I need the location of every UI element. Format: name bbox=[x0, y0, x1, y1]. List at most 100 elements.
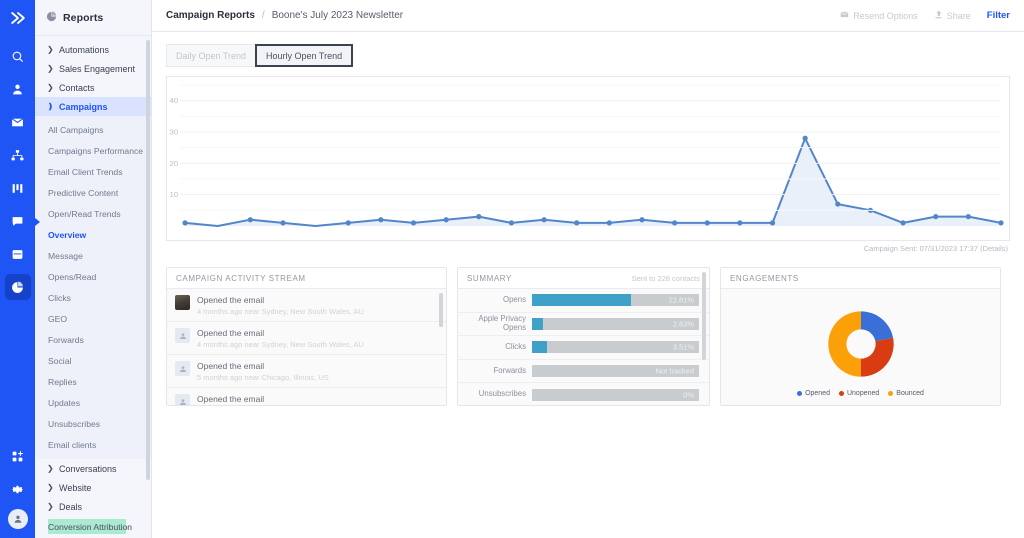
panel-header: ENGAGEMENTS bbox=[721, 268, 1000, 289]
sidebar-scroll: ❯ Automations ❯ Sales Engagement ❯ Conta… bbox=[35, 36, 151, 538]
avatar bbox=[175, 295, 190, 310]
summary-panel: SUMMARY Sent to 228 contacts Opens22.81%… bbox=[457, 267, 710, 406]
summary-scrollbar[interactable] bbox=[702, 272, 706, 360]
sidebar-item-label: Overview bbox=[48, 230, 86, 240]
sitemap-icon[interactable] bbox=[5, 142, 31, 168]
sidebar-item-overview[interactable]: Overview bbox=[35, 224, 151, 245]
sidebar-group-campaigns[interactable]: ❫ Campaigns bbox=[35, 97, 151, 116]
summary-row-bar: 3.51% bbox=[532, 341, 699, 353]
share-label: Share bbox=[947, 11, 971, 21]
gear-icon[interactable] bbox=[5, 476, 31, 502]
active-rail-caret bbox=[35, 218, 40, 226]
sidebar-group-label: Automations bbox=[59, 45, 109, 55]
legend-item-opened[interactable]: Opened bbox=[797, 390, 830, 397]
sidebar-item-message[interactable]: Message bbox=[35, 245, 151, 266]
sidebar-item-email-clients[interactable]: Email clients bbox=[35, 434, 151, 455]
search-icon[interactable] bbox=[5, 43, 31, 69]
sidebar-item-unsubscribes[interactable]: Unsubscribes bbox=[35, 413, 151, 434]
legend-dot bbox=[797, 391, 802, 396]
activity-subtitle: 5 months ago near Chicago, Illinois, US bbox=[197, 373, 329, 382]
avatar-placeholder-icon bbox=[175, 394, 190, 406]
sidebar-group-automations[interactable]: ❯ Automations bbox=[35, 40, 151, 59]
trend-tabs: Daily Open Trend Hourly Open Trend bbox=[166, 44, 1010, 67]
activity-text: Opened the email 4 months ago near Sydne… bbox=[197, 295, 364, 316]
share-button[interactable]: Share bbox=[934, 10, 971, 21]
person-icon[interactable] bbox=[5, 76, 31, 102]
resend-options-label: Resend Options bbox=[853, 11, 918, 21]
sidebar-item-geo[interactable]: GEO bbox=[35, 308, 151, 329]
sidebar-item-social[interactable]: Social bbox=[35, 350, 151, 371]
sidebar-item-label: Email Client Trends bbox=[48, 167, 123, 177]
list-item[interactable]: Opened the email 4 months ago near Sydne… bbox=[167, 289, 446, 322]
activity-stream-body[interactable]: Opened the email 4 months ago near Sydne… bbox=[167, 289, 446, 406]
summary-row-bar: 22.81% bbox=[532, 294, 699, 306]
apps-grid-plus-icon[interactable] bbox=[5, 443, 31, 469]
sidebar-item-conversion-attribution[interactable]: Conversion Attribution Conversion Attrib… bbox=[35, 516, 151, 537]
user-avatar-icon[interactable] bbox=[8, 509, 28, 529]
sidebar-item-campaigns-performance[interactable]: Campaigns Performance bbox=[35, 140, 151, 161]
donut-slice-opened[interactable] bbox=[861, 311, 893, 341]
sidebar-item-updates[interactable]: Updates bbox=[35, 392, 151, 413]
donut-slice-bounced[interactable] bbox=[828, 311, 861, 376]
pie-chart-icon[interactable] bbox=[5, 274, 31, 300]
list-item[interactable]: Opened the email 4 months ago near Sydne… bbox=[167, 322, 446, 355]
list-item[interactable]: Opened the email 5 months ago near Chica… bbox=[167, 355, 446, 388]
campaign-activity-stream-panel: CAMPAIGN ACTIVITY STREAM Opened the emai… bbox=[166, 267, 447, 406]
sidebar-item-label: Forwards bbox=[48, 335, 84, 345]
campaign-sent-label[interactable]: Campaign Sent: 07/31/2023 17:37 (Details… bbox=[166, 244, 1010, 253]
sidebar-item-forwards[interactable]: Forwards bbox=[35, 329, 151, 350]
chat-icon[interactable] bbox=[5, 208, 31, 234]
legend-label: Opened bbox=[805, 390, 830, 397]
donut-slice-unopened[interactable] bbox=[861, 338, 894, 377]
topbar-actions: Resend Options Share Filter bbox=[840, 10, 1010, 21]
sidebar-item-replies[interactable]: Replies bbox=[35, 371, 151, 392]
summary-row-value: 0% bbox=[683, 390, 694, 399]
activity-text: Opened the email 4 months ago near Sydne… bbox=[197, 328, 364, 349]
pages-icon[interactable] bbox=[5, 241, 31, 267]
sidebar-group-deals[interactable]: ❯ Deals bbox=[35, 497, 151, 516]
tab-label: Daily Open Trend bbox=[176, 51, 246, 61]
chevron-right-icon: ❯ bbox=[47, 45, 53, 54]
legend-item-bounced[interactable]: Bounced bbox=[888, 390, 924, 397]
sidebar-group-sales-engagement[interactable]: ❯ Sales Engagement bbox=[35, 59, 151, 78]
resend-options-button[interactable]: Resend Options bbox=[840, 10, 918, 21]
activity-text: Opened the email 5 months ago near Chica… bbox=[197, 361, 329, 382]
legend-item-unopened[interactable]: Unopened bbox=[839, 390, 879, 397]
sidebar-item-clicks[interactable]: Clicks bbox=[35, 287, 151, 308]
svg-text:10: 10 bbox=[170, 190, 178, 199]
hourly-open-trend-chart[interactable]: 10203040 bbox=[166, 76, 1010, 241]
app-logo-icon[interactable] bbox=[8, 8, 28, 33]
sidebar-group-label: Contacts bbox=[59, 83, 95, 93]
legend-label: Unopened bbox=[847, 390, 879, 397]
filter-button[interactable]: Filter bbox=[987, 10, 1010, 21]
sidebar-group-contacts[interactable]: ❯ Contacts bbox=[35, 78, 151, 97]
chevron-right-icon: ❯ bbox=[47, 502, 53, 511]
summary-row-value: 3.51% bbox=[673, 343, 694, 352]
tab-hourly-open-trend[interactable]: Hourly Open Trend bbox=[255, 44, 353, 67]
tab-daily-open-trend[interactable]: Daily Open Trend bbox=[166, 44, 256, 67]
sidebar-group-conversations[interactable]: ❯ Conversations bbox=[35, 459, 151, 478]
content-area: Daily Open Trend Hourly Open Trend 10203… bbox=[152, 32, 1024, 406]
sidebar-item-email-client-trends[interactable]: Email Client Trends bbox=[35, 161, 151, 182]
engagements-donut-chart[interactable] bbox=[818, 301, 904, 387]
sidebar-item-label: Opens/Read bbox=[48, 272, 96, 282]
list-item[interactable]: Opened the email bbox=[167, 388, 446, 406]
summary-row-bar-fill bbox=[532, 341, 547, 353]
envelope-icon[interactable] bbox=[5, 109, 31, 135]
sidebar-item-opens-read[interactable]: Opens/Read bbox=[35, 266, 151, 287]
sidebar-item-open-read-trends[interactable]: Open/Read Trends bbox=[35, 203, 151, 224]
sidebar-scrollbar[interactable] bbox=[146, 40, 150, 480]
sidebar-group-label: Conversations bbox=[59, 464, 117, 474]
breadcrumb-root[interactable]: Campaign Reports bbox=[166, 10, 255, 21]
sidebar-item-label: GEO bbox=[48, 314, 67, 324]
columns-icon[interactable] bbox=[5, 175, 31, 201]
sidebar-group-label: Sales Engagement bbox=[59, 64, 135, 74]
pie-chart-icon bbox=[46, 9, 57, 27]
sidebar-group-website[interactable]: ❯ Website bbox=[35, 478, 151, 497]
activity-stream-scrollbar[interactable] bbox=[439, 293, 443, 327]
sidebar-item-predictive-content[interactable]: Predictive Content bbox=[35, 182, 151, 203]
activity-subtitle: 4 months ago near Sydney, New South Wale… bbox=[197, 307, 364, 316]
avatar-placeholder-icon bbox=[175, 361, 190, 376]
summary-row-value: Not tracked bbox=[656, 367, 694, 376]
sidebar-item-all-campaigns[interactable]: All Campaigns bbox=[35, 119, 151, 140]
